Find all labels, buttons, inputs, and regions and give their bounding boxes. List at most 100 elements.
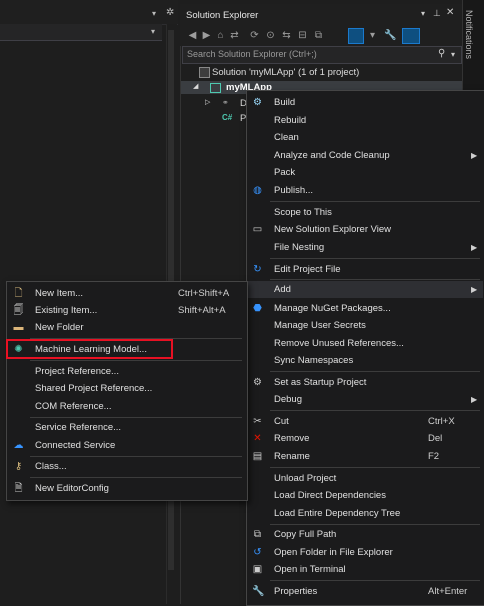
menu-set-startup[interactable]: ⚙ Set as Startup Project [247, 374, 483, 391]
menu-debug[interactable]: Debug ▶ [247, 391, 483, 408]
add-connected-service[interactable]: ☁ Connected Service [7, 437, 245, 454]
menu-separator [30, 417, 242, 418]
terminal-icon: ▣ [252, 564, 263, 575]
collapse-all-icon[interactable]: ⊟ [296, 29, 309, 42]
close-icon: ✕ [253, 433, 262, 444]
menu-separator [270, 279, 480, 280]
add-shared-project-reference[interactable]: Shared Project Reference... [7, 380, 245, 397]
scissors-icon: ✂ [253, 416, 262, 427]
menu-separator [270, 410, 480, 411]
menu-remove-unused-references[interactable]: Remove Unused References... [247, 335, 483, 352]
menu-analyze-cleanup[interactable]: Analyze and Code Cleanup ▶ [247, 147, 483, 164]
menu-scope-to-this[interactable]: Scope to This [247, 204, 483, 221]
add-service-reference[interactable]: Service Reference... [7, 419, 245, 436]
new-item-icon: 🗋 [14, 288, 23, 299]
nuget-icon: ⬣ [253, 303, 262, 314]
menu-separator [30, 477, 242, 478]
add-new-item[interactable]: 🗋 New Item... Ctrl+Shift+A [7, 285, 245, 302]
folder-icon: ↺ [253, 547, 262, 558]
add-new-folder[interactable]: ▬ New Folder [7, 319, 245, 336]
submenu-arrow-icon: ▶ [471, 151, 478, 160]
submenu-arrow-icon: ▶ [471, 285, 478, 294]
menu-cut[interactable]: ✂ Cut Ctrl+X [247, 413, 483, 430]
add-project-reference[interactable]: Project Reference... [7, 363, 245, 380]
properties-wrench-icon[interactable]: 🔧 [384, 29, 397, 42]
menu-load-direct-deps[interactable]: Load Direct Dependencies [247, 487, 483, 504]
menu-open-folder[interactable]: ↺ Open Folder in File Explorer [247, 544, 483, 561]
copy-icon: ⧉ [253, 529, 262, 540]
menu-separator [270, 371, 480, 372]
menu-sync-namespaces[interactable]: Sync Namespaces [247, 352, 483, 369]
solution-icon [199, 67, 210, 78]
add-class[interactable]: ⚷ Class... [7, 458, 245, 475]
show-all-files-icon[interactable]: ⧉ [312, 29, 325, 42]
collapse-arrow-icon[interactable]: ▷ [205, 98, 210, 106]
add-existing-item[interactable]: 🗐 Existing Item... Shift+Alt+A [7, 302, 245, 319]
menu-unload-project[interactable]: Unload Project [247, 470, 483, 487]
csharp-file-icon: C# [222, 113, 233, 122]
menu-properties[interactable]: 🔧 Properties Alt+Enter [247, 583, 483, 600]
menu-separator [270, 580, 480, 581]
highlight-box [6, 339, 173, 359]
menu-remove[interactable]: ✕ Remove Del [247, 430, 483, 447]
folder-icon: ▬ [13, 322, 24, 333]
menu-load-entire-tree[interactable]: Load Entire Dependency Tree [247, 505, 483, 522]
csharp-project-icon [210, 83, 221, 93]
menu-clean[interactable]: Clean [247, 129, 483, 146]
home-icon[interactable]: ⌂ [214, 29, 227, 42]
menu-rename[interactable]: ▤ Rename F2 [247, 448, 483, 465]
window-icon: ▭ [252, 224, 263, 235]
pending-changes-icon[interactable]: ⊙ [264, 29, 277, 42]
chevron-down-icon[interactable]: ▾ [151, 27, 155, 36]
edit-icon: ↻ [253, 264, 262, 275]
search-options-chevron-icon[interactable]: ▾ [451, 50, 455, 59]
pending-filter-icon[interactable] [402, 28, 420, 44]
menu-rebuild[interactable]: Rebuild [247, 112, 483, 129]
switch-views-icon[interactable]: ⇄ [228, 29, 241, 42]
menu-edit-project-file[interactable]: ↻ Edit Project File [247, 261, 483, 278]
forward-icon[interactable]: ▶ [200, 29, 213, 42]
menu-open-terminal[interactable]: ▣ Open in Terminal [247, 561, 483, 578]
window-menu-icon[interactable]: ▾ [421, 9, 425, 18]
preview-selected-icon[interactable] [348, 28, 364, 44]
search-icon[interactable]: ⚲ [438, 48, 445, 59]
menu-copy-full-path[interactable]: ⧉ Copy Full Path [247, 526, 483, 543]
menu-add[interactable]: Add ▶ [247, 281, 483, 298]
dependencies-icon: ⚭ [222, 98, 229, 107]
tab-list-chevron-icon[interactable]: ▾ [152, 9, 156, 18]
menu-separator [270, 467, 480, 468]
menu-build[interactable]: ⚙ Build [247, 94, 483, 111]
submenu-arrow-icon: ▶ [471, 243, 478, 252]
menu-file-nesting[interactable]: File Nesting ▶ [247, 239, 483, 256]
refresh-icon[interactable]: ⇆ [280, 29, 293, 42]
add-new-editorconfig[interactable]: 🗎 New EditorConfig [7, 480, 245, 497]
menu-manage-nuget[interactable]: ⬣ Manage NuGet Packages... [247, 300, 483, 317]
back-icon[interactable]: ◀ [186, 29, 199, 42]
class-icon: ⚷ [14, 461, 23, 472]
globe-icon: ◍ [253, 185, 262, 196]
menu-separator [30, 360, 242, 361]
notifications-label[interactable]: Notifications [464, 10, 474, 59]
settings-gear-icon[interactable]: ✲ [166, 7, 174, 18]
document-icon: 🗎 [14, 483, 23, 494]
build-icon: ⚙ [253, 97, 262, 108]
menu-new-se-view[interactable]: ▭ New Solution Explorer View [247, 221, 483, 238]
existing-item-icon: 🗐 [13, 305, 24, 316]
menu-pack[interactable]: Pack [247, 164, 483, 181]
menu-publish[interactable]: ◍ Publish... [247, 182, 483, 199]
pin-icon[interactable]: ⊥ [433, 8, 441, 19]
sync-icon[interactable]: ⟳ [248, 29, 261, 42]
add-com-reference[interactable]: COM Reference... [7, 398, 245, 415]
wrench-icon: 🔧 [252, 586, 265, 597]
menu-separator [30, 456, 242, 457]
submenu-arrow-icon: ▶ [471, 395, 478, 404]
navigation-dropdown[interactable] [0, 24, 162, 41]
gear-icon: ⚙ [253, 377, 262, 388]
menu-separator [270, 524, 480, 525]
tree-solution[interactable]: Solution 'myMLApp' (1 of 1 project) [212, 67, 359, 78]
search-placeholder: Search Solution Explorer (Ctrl+;) [187, 49, 317, 59]
expand-arrow-icon[interactable]: ◢ [193, 82, 198, 90]
filter-dropdown-icon[interactable]: ▾ [366, 29, 379, 42]
close-icon[interactable]: ✕ [446, 7, 454, 18]
menu-manage-user-secrets[interactable]: Manage User Secrets [247, 317, 483, 334]
